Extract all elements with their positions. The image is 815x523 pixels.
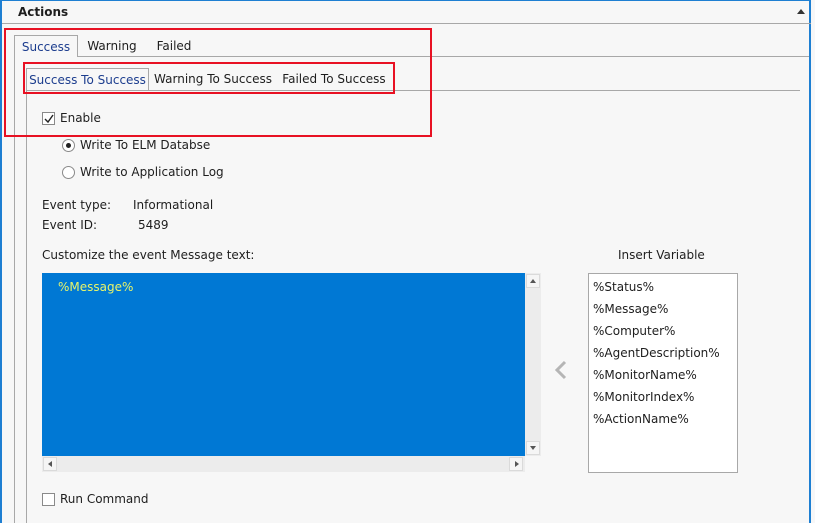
variable-item[interactable]: %Message% (593, 302, 668, 316)
event-type-label: Event type: (42, 198, 112, 212)
scroll-down-button[interactable] (526, 441, 540, 455)
scroll-left-button[interactable] (43, 457, 57, 471)
tab-success-to-success[interactable]: Success To Success (26, 68, 149, 90)
tab-warning-to-success[interactable]: Warning To Success (150, 68, 276, 90)
checkmark-icon (44, 114, 54, 124)
editor-horizontal-scrollbar[interactable] (42, 456, 525, 472)
inner-tab-border (26, 90, 27, 523)
event-id-label: Event ID: (42, 218, 98, 232)
arrow-left-icon (48, 461, 52, 467)
variable-item[interactable]: %AgentDescription% (593, 346, 720, 360)
panel-title: Actions (18, 5, 69, 19)
message-text-label: Customize the event Message text: (42, 248, 255, 262)
collapse-up-icon[interactable] (797, 9, 805, 14)
scroll-right-button[interactable] (509, 457, 523, 471)
radio-write-application-log[interactable] (62, 166, 75, 179)
variable-item[interactable]: %ActionName% (593, 412, 689, 426)
enable-label: Enable (60, 111, 101, 125)
radio-write-elm-database[interactable] (62, 139, 75, 152)
outer-tab-border (14, 56, 15, 523)
panel-header: Actions (2, 1, 811, 24)
tab-success[interactable]: Success (14, 35, 78, 57)
message-text-editor[interactable]: %Message% (42, 273, 525, 456)
scroll-up-button[interactable] (526, 274, 540, 288)
event-type-value: Informational (133, 198, 214, 212)
run-command-label: Run Command (60, 492, 149, 506)
variable-item[interactable]: %Status% (593, 280, 654, 294)
message-text-value: %Message% (58, 280, 134, 294)
arrow-down-icon (530, 446, 536, 450)
insert-variable-button[interactable] (551, 358, 571, 382)
radio-selected-dot (66, 143, 71, 148)
run-command-checkbox[interactable] (42, 493, 55, 506)
write-elm-database-label: Write To ELM Databse (80, 138, 211, 152)
enable-checkbox[interactable] (42, 112, 55, 125)
tab-failed-to-success[interactable]: Failed To Success (278, 68, 390, 90)
arrow-right-icon (515, 461, 519, 467)
variable-item[interactable]: %Computer% (593, 324, 675, 338)
editor-vertical-scrollbar[interactable] (525, 273, 541, 456)
arrow-up-icon (530, 279, 536, 283)
variable-list[interactable]: %Status% %Message% %Computer% %AgentDesc… (588, 273, 738, 473)
event-id-value: 5489 (138, 218, 169, 232)
tab-warning[interactable]: Warning (80, 35, 144, 57)
write-application-log-label: Write to Application Log (80, 165, 224, 179)
insert-variable-title: Insert Variable (618, 248, 705, 262)
tab-failed[interactable]: Failed (146, 35, 202, 57)
variable-item[interactable]: %MonitorIndex% (593, 390, 694, 404)
chevron-left-icon (554, 360, 567, 380)
variable-item[interactable]: %MonitorName% (593, 368, 697, 382)
